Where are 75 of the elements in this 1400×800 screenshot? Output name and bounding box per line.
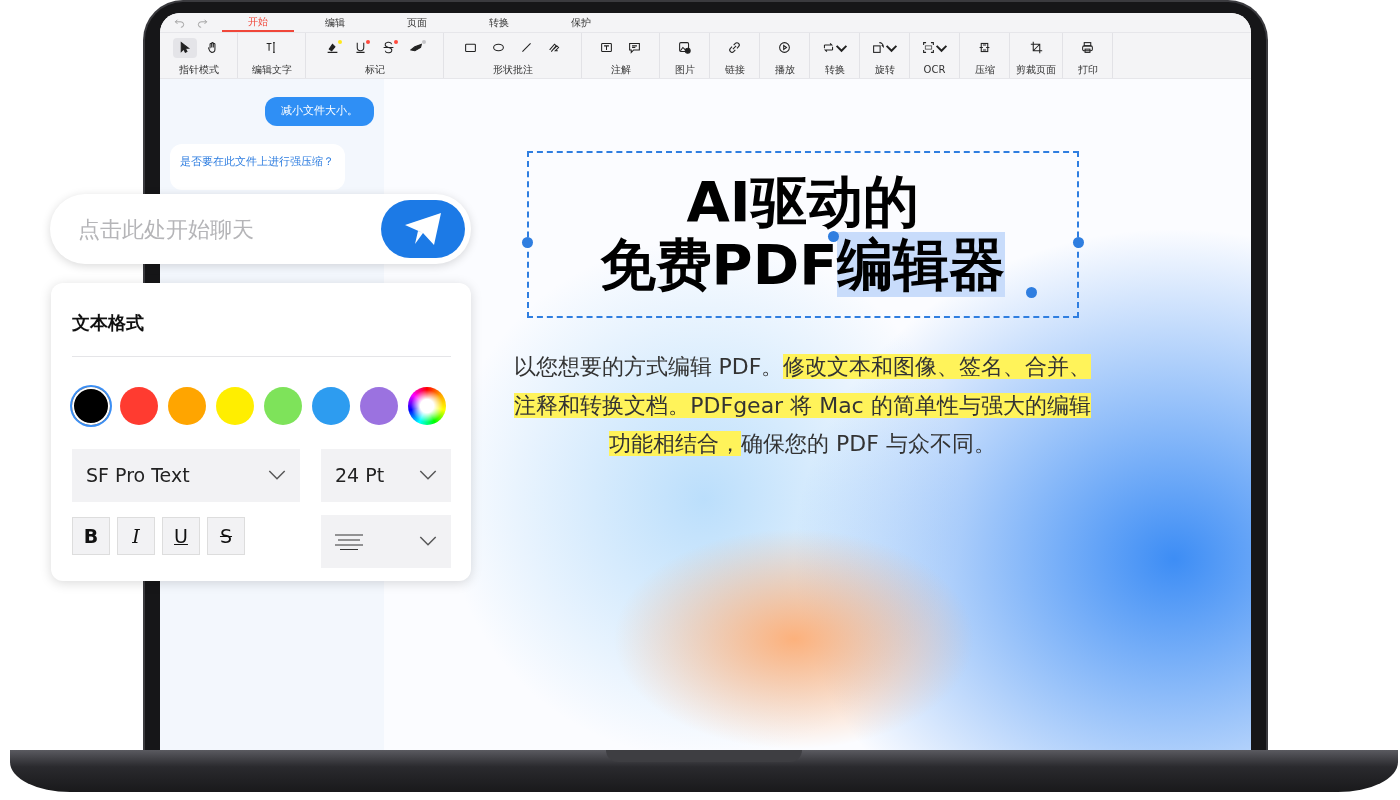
ocr-scan-icon (921, 41, 935, 54)
font-dropdown[interactable]: SF Pro Text (72, 449, 300, 502)
color-swatch[interactable] (312, 387, 350, 425)
color-swatch[interactable] (72, 387, 110, 425)
align-center-icon (335, 533, 363, 550)
pen-icon (548, 41, 561, 54)
send-button[interactable] (381, 200, 465, 258)
tab[interactable]: 保护 (540, 13, 622, 32)
printer-icon (1081, 41, 1094, 54)
chevron-icon (419, 470, 437, 481)
toolbar-group-label: 剪裁页面 (1016, 63, 1056, 77)
color-swatch[interactable] (168, 387, 206, 425)
tab[interactable]: 编辑 (294, 13, 376, 32)
toolbar-group-label: 旋转 (874, 63, 895, 77)
crop-icon (1029, 41, 1043, 54)
toolbar-group-label: 编辑文字 (251, 63, 292, 77)
toolbar-group-label: 图片 (674, 63, 695, 77)
highlighter-icon (326, 41, 339, 54)
chat-input-field[interactable]: 点击此处开始聊天 (76, 211, 381, 247)
toolbar-group-label: 压缩 (974, 63, 995, 77)
redo-icon (197, 17, 208, 28)
marker-icon (410, 41, 423, 54)
comment-icon (628, 41, 641, 54)
rotate-icon (871, 41, 885, 54)
tab[interactable]: 页面 (376, 13, 458, 32)
italic-button[interactable]: I (117, 517, 155, 555)
toolbar-group-label: 标记 (364, 63, 385, 77)
text-box-icon (600, 41, 613, 54)
resize-handle[interactable] (1072, 237, 1084, 248)
ellipse-icon (492, 41, 505, 54)
strike-button[interactable]: S (207, 517, 245, 555)
color-swatch[interactable] (120, 387, 158, 425)
link-icon (728, 41, 741, 54)
toolbar-group-label: 注解 (610, 63, 631, 77)
resize-handle[interactable] (1025, 287, 1037, 299)
body-paragraph: 以您想要的方式编辑 PDF。修改文本和图像、签名、合并、注释和转换文档。PDFgear 将 Mac 的简单性与强大的编辑功能相结合，确保您的 PDF 与众不同。 (512, 353, 1093, 459)
headline: 免费PDF编辑器 (599, 233, 1006, 297)
underline-icon (354, 41, 367, 54)
headline: AI驱动的 (686, 171, 919, 234)
toolbar-group-label: 形状批注 (492, 63, 533, 77)
line-icon (520, 41, 533, 54)
size-dropdown[interactable]: 24 Pt (321, 449, 451, 502)
color-swatch[interactable] (264, 387, 302, 425)
strikethrough-icon (382, 41, 395, 54)
resize-handle[interactable] (521, 237, 533, 248)
chevron-icon (268, 470, 286, 481)
undo-icon (174, 17, 185, 28)
tab[interactable]: 转换 (458, 13, 540, 32)
text-cursor-icon (265, 41, 278, 54)
color-wheel[interactable] (408, 387, 446, 425)
paper-plane-icon (403, 211, 443, 247)
panel-title: 文本格式 (72, 309, 451, 357)
play-icon (778, 41, 791, 54)
toolbar-group-label: 打印 (1077, 63, 1098, 77)
toolbar-group-label: 指针模式 (178, 63, 219, 77)
image-icon (678, 41, 691, 54)
color-swatch[interactable] (216, 387, 254, 425)
assistant-message: 是否要在此文件上进行强压缩？ (170, 143, 345, 190)
rectangle-icon (464, 41, 477, 54)
toolbar-group-label: 转换 (824, 63, 845, 77)
tool-button[interactable] (172, 37, 197, 58)
alignment-dropdown[interactable] (321, 515, 451, 568)
bold-button[interactable]: B (72, 517, 110, 555)
hand-icon (206, 41, 219, 54)
pointer-icon (178, 41, 191, 54)
convert-icon (821, 41, 835, 54)
toolbar-group-label: OCR (923, 63, 946, 77)
color-swatch[interactable] (360, 387, 398, 425)
chat-input[interactable]: 点击此处开始聊天 (50, 194, 471, 264)
user-message: 减小文件大小。 (265, 97, 374, 126)
compress-icon (978, 41, 991, 54)
toolbar-group-label: 链接 (724, 63, 745, 77)
toolbar-group-label: 播放 (774, 63, 795, 77)
underline-button[interactable]: U (162, 517, 200, 555)
chevron-icon (419, 536, 437, 547)
